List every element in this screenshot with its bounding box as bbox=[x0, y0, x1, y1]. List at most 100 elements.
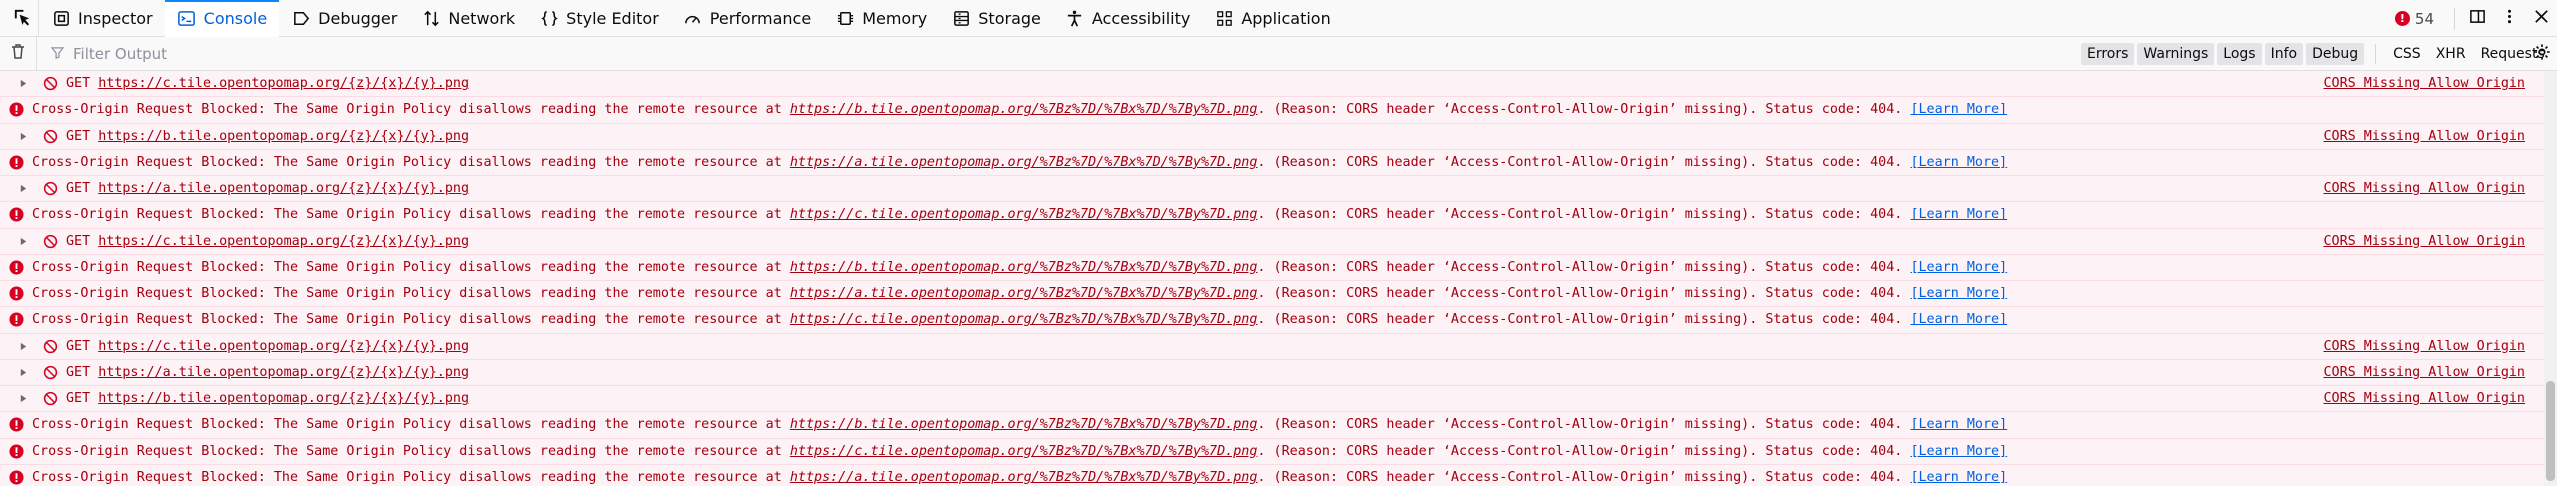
learn-more-link[interactable]: [Learn More] bbox=[1910, 444, 2007, 459]
scrollbar-thumb[interactable] bbox=[2546, 381, 2555, 481]
tab-label: Memory bbox=[862, 8, 928, 28]
cors-error-message: Cross-Origin Request Blocked: The Same O… bbox=[0, 254, 2557, 281]
tab-style-editor[interactable]: Style Editor bbox=[527, 0, 671, 37]
clear-console-button[interactable] bbox=[0, 36, 37, 71]
cors-reason-link[interactable]: CORS Missing Allow Origin bbox=[2323, 181, 2525, 196]
filter-icon bbox=[50, 44, 65, 63]
request-method: GET bbox=[66, 338, 91, 354]
request-url-link[interactable]: https://c.tile.opentopomap.org/{z}/{x}/{… bbox=[98, 76, 469, 91]
message-list: GET https://c.tile.opentopomap.org/{z}/{x… bbox=[0, 71, 2557, 486]
request-method: GET bbox=[66, 364, 91, 380]
console-settings-button[interactable] bbox=[2527, 37, 2557, 71]
error-count-badge[interactable]: ! 54 bbox=[2394, 10, 2434, 28]
tab-accessibility[interactable]: Accessibility bbox=[1053, 0, 1202, 37]
request-url-link[interactable]: https://c.tile.opentopomap.org/{z}/{x}/{… bbox=[98, 339, 469, 354]
resource-url-link[interactable]: https://c.tile.opentopomap.org/%7Bz%7D/%… bbox=[790, 312, 1258, 327]
request-url-link[interactable]: https://b.tile.opentopomap.org/{z}/{x}/{… bbox=[98, 391, 469, 406]
cors-reason-link[interactable]: CORS Missing Allow Origin bbox=[2323, 234, 2525, 249]
tab-debugger[interactable]: Debugger bbox=[279, 0, 409, 37]
cors-reason-link[interactable]: CORS Missing Allow Origin bbox=[2323, 365, 2525, 380]
toolbar-right: ! 54 bbox=[2394, 0, 2557, 37]
tab-inspector[interactable]: Inspector bbox=[39, 0, 165, 37]
resource-url-link[interactable]: https://b.tile.opentopomap.org/%7Bz%7D/%… bbox=[790, 260, 1258, 275]
learn-more-link[interactable]: [Learn More] bbox=[1910, 417, 2007, 432]
filter-logs-button[interactable]: Logs bbox=[2217, 43, 2262, 65]
filter-errors-button[interactable]: Errors bbox=[2081, 43, 2135, 65]
tab-application[interactable]: Application bbox=[1202, 0, 1342, 37]
error-icon bbox=[8, 259, 24, 275]
expand-arrow-icon[interactable] bbox=[16, 368, 30, 377]
close-icon bbox=[2533, 8, 2550, 29]
cors-error-message: Cross-Origin Request Blocked: The Same O… bbox=[0, 464, 2557, 486]
accessibility-icon bbox=[1065, 8, 1085, 28]
message-prefix: Cross-Origin Request Blocked: The Same O… bbox=[32, 286, 790, 302]
expand-arrow-icon[interactable] bbox=[16, 237, 30, 246]
filter-xhr-button[interactable]: XHR bbox=[2430, 43, 2472, 65]
network-request-message: GET https://b.tile.opentopomap.org/{z}/{x… bbox=[0, 386, 2557, 413]
style-editor-icon bbox=[539, 8, 559, 28]
request-url-link[interactable]: https://b.tile.opentopomap.org/{z}/{x}/{… bbox=[98, 129, 469, 144]
filter-input[interactable] bbox=[71, 43, 1275, 64]
message-reason: . (Reason: CORS header ‘Access-Control-A… bbox=[1257, 417, 1911, 433]
learn-more-link[interactable]: [Learn More] bbox=[1910, 286, 2007, 301]
filter-info-button[interactable]: Info bbox=[2264, 43, 2304, 65]
network-request-message: GET https://c.tile.opentopomap.org/{z}/{x… bbox=[0, 333, 2557, 360]
element-picker-button[interactable] bbox=[4, 0, 39, 37]
more-options-button[interactable] bbox=[2493, 0, 2525, 37]
resource-url-link[interactable]: https://c.tile.opentopomap.org/%7Bz%7D/%… bbox=[790, 444, 1258, 459]
dock-options-button[interactable] bbox=[2461, 0, 2493, 37]
error-icon bbox=[8, 102, 24, 118]
network-request-message: GET https://a.tile.opentopomap.org/{z}/{x… bbox=[0, 176, 2557, 203]
resource-url-link[interactable]: https://a.tile.opentopomap.org/%7Bz%7D/%… bbox=[790, 155, 1258, 170]
learn-more-link[interactable]: [Learn More] bbox=[1910, 155, 2007, 170]
tab-console[interactable]: Console bbox=[164, 0, 280, 37]
resource-url-link[interactable]: https://a.tile.opentopomap.org/%7Bz%7D/%… bbox=[790, 470, 1258, 485]
tab-network[interactable]: Network bbox=[409, 0, 527, 37]
request-url-link[interactable]: https://a.tile.opentopomap.org/{z}/{x}/{… bbox=[98, 181, 469, 196]
cors-reason-link[interactable]: CORS Missing Allow Origin bbox=[2323, 339, 2525, 354]
message-text: Cross-Origin Request Blocked: The Same O… bbox=[32, 207, 2007, 222]
blocked-icon bbox=[42, 233, 58, 249]
expand-arrow-icon[interactable] bbox=[16, 394, 30, 403]
learn-more-link[interactable]: [Learn More] bbox=[1910, 470, 2007, 485]
cors-reason-link[interactable]: CORS Missing Allow Origin bbox=[2323, 391, 2525, 406]
resource-url-link[interactable]: https://a.tile.opentopomap.org/%7Bz%7D/%… bbox=[790, 286, 1258, 301]
trash-icon bbox=[10, 43, 26, 64]
request-url-link[interactable]: https://a.tile.opentopomap.org/{z}/{x}/{… bbox=[98, 365, 469, 380]
filter-warnings-button[interactable]: Warnings bbox=[2137, 43, 2215, 65]
blocked-icon bbox=[42, 364, 58, 380]
expand-arrow-icon[interactable] bbox=[16, 79, 30, 88]
learn-more-link[interactable]: [Learn More] bbox=[1910, 260, 2007, 275]
cors-error-message: Cross-Origin Request Blocked: The Same O… bbox=[0, 149, 2557, 176]
request-url-link[interactable]: https://c.tile.opentopomap.org/{z}/{x}/{… bbox=[98, 234, 469, 249]
tab-memory[interactable]: Memory bbox=[823, 0, 939, 37]
resource-url-link[interactable]: https://b.tile.opentopomap.org/%7Bz%7D/%… bbox=[790, 417, 1258, 432]
message-prefix: Cross-Origin Request Blocked: The Same O… bbox=[32, 207, 790, 223]
network-icon bbox=[421, 8, 441, 28]
message-text: Cross-Origin Request Blocked: The Same O… bbox=[32, 312, 2007, 327]
tab-label: Network bbox=[448, 8, 516, 28]
close-devtools-button[interactable] bbox=[2525, 0, 2557, 37]
message-reason: . (Reason: CORS header ‘Access-Control-A… bbox=[1257, 469, 1911, 485]
tab-label: Application bbox=[1241, 8, 1331, 28]
tab-storage[interactable]: Storage bbox=[939, 0, 1053, 37]
message-prefix: Cross-Origin Request Blocked: The Same O… bbox=[32, 259, 790, 275]
resource-url-link[interactable]: https://b.tile.opentopomap.org/%7Bz%7D/%… bbox=[790, 102, 1258, 117]
cors-reason-link[interactable]: CORS Missing Allow Origin bbox=[2323, 76, 2525, 91]
cors-error-message: Cross-Origin Request Blocked: The Same O… bbox=[0, 307, 2557, 334]
message-reason: . (Reason: CORS header ‘Access-Control-A… bbox=[1257, 102, 1911, 118]
filter-css-button[interactable]: CSS bbox=[2387, 43, 2427, 65]
cors-reason-link[interactable]: CORS Missing Allow Origin bbox=[2323, 129, 2525, 144]
learn-more-link[interactable]: [Learn More] bbox=[1910, 312, 2007, 327]
network-request-message: GET https://a.tile.opentopomap.org/{z}/{x… bbox=[0, 359, 2557, 386]
expand-arrow-icon[interactable] bbox=[16, 132, 30, 141]
expand-arrow-icon[interactable] bbox=[16, 342, 30, 351]
expand-arrow-icon[interactable] bbox=[16, 184, 30, 193]
learn-more-link[interactable]: [Learn More] bbox=[1910, 207, 2007, 222]
filter-debug-button[interactable]: Debug bbox=[2306, 43, 2365, 65]
learn-more-link[interactable]: [Learn More] bbox=[1910, 102, 2007, 117]
scrollbar[interactable] bbox=[2544, 71, 2557, 486]
resource-url-link[interactable]: https://c.tile.opentopomap.org/%7Bz%7D/%… bbox=[790, 207, 1258, 222]
error-icon bbox=[8, 312, 24, 328]
tab-performance[interactable]: Performance bbox=[671, 0, 823, 37]
